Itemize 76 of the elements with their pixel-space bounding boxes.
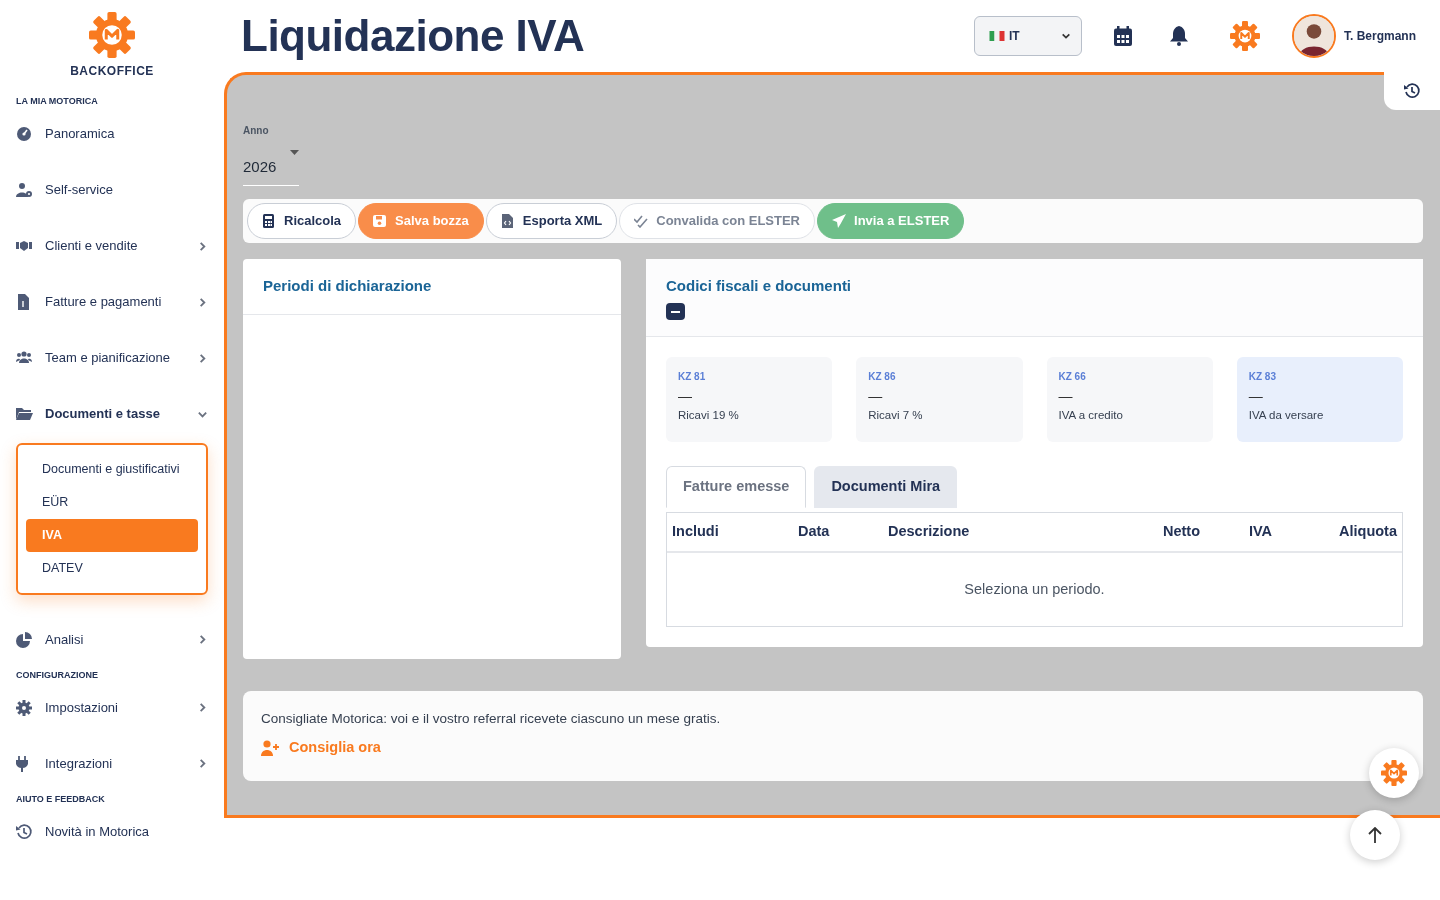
sidebar-item[interactable]: Analisi [16, 611, 208, 668]
avatar[interactable] [1292, 14, 1336, 58]
empty-message: Seleziona un periodo. [964, 580, 1105, 597]
logo-icon [89, 12, 135, 58]
tax-code: KZ 81 [678, 370, 707, 384]
sidebar-item[interactable]: Clienti e vendite [16, 218, 208, 274]
tax-code: KZ 86 [868, 370, 897, 384]
sidebar-item[interactable]: Self-service [16, 162, 208, 218]
arrow-up-icon [1368, 827, 1382, 843]
code-file-icon [500, 213, 515, 228]
sidebar-item[interactable]: Integrazioni [16, 735, 208, 792]
brand-name: BACKOFFICE [70, 63, 154, 80]
sidebar-item[interactable]: Novità in Motorica [16, 803, 208, 860]
sidebar-item[interactable]: Fatture e pagamenti [16, 274, 208, 330]
field-label: Anno [243, 124, 270, 138]
tax-code: KZ 66 [1058, 370, 1087, 384]
tax-code: KZ 83 [1248, 370, 1277, 384]
sidebar-item[interactable]: Team e pianificazione [16, 330, 208, 386]
minus-icon [671, 310, 680, 313]
section-heading: AIUTO E FEEDBACK [16, 793, 106, 804]
referral-text: Consigliate Motorica: voi e il vostro referral ricevete ciascuno un mese gratis. [261, 709, 722, 728]
tile-label: IVA a credito [1058, 407, 1124, 423]
card-title: Codici fiscali e documenti [666, 275, 853, 296]
language-select[interactable]: IT [974, 16, 1082, 56]
logo-icon[interactable] [1230, 21, 1260, 51]
calculator-icon [262, 213, 276, 228]
section-heading: LA MIA MOTORICA [16, 96, 99, 106]
history-button[interactable] [1384, 72, 1440, 110]
sidebar-item[interactable]: Impostazioni [16, 679, 208, 736]
sidebar-item[interactable]: Panoramica [16, 106, 208, 162]
user-gear-icon [16, 182, 33, 198]
assistant-button[interactable] [1369, 748, 1419, 798]
double-check-icon [634, 213, 649, 228]
tab[interactable]: Documenti Mira [814, 466, 958, 508]
pie-chart-icon [16, 631, 33, 648]
folder-icon [16, 406, 33, 422]
sidebar-item[interactable]: Documenti e tasse [16, 386, 208, 442]
tile-label: Ricavi 7 % [868, 407, 924, 423]
add-user-icon [261, 739, 281, 756]
caret-icon [1061, 31, 1071, 41]
calendar-icon[interactable] [1114, 26, 1132, 46]
scroll-top-button[interactable] [1350, 810, 1400, 860]
year-select[interactable]: 2026 [243, 148, 299, 186]
tile-label: IVA da versare [1248, 407, 1325, 423]
caret-icon [290, 150, 299, 156]
section-heading: CONFIGURAZIONE [16, 669, 99, 680]
tile-value: — [1248, 388, 1264, 405]
tile-value: — [678, 388, 693, 405]
tab[interactable]: Fatture emesse [666, 466, 807, 508]
logo-icon [1381, 760, 1407, 786]
paper-plane-icon [832, 213, 846, 228]
submenu-item[interactable]: Documenti e giustificativi [26, 453, 198, 486]
tile-value: — [868, 388, 884, 405]
gauge-icon [16, 126, 33, 142]
notification-bell-icon[interactable] [1170, 26, 1188, 46]
users-icon [16, 350, 33, 366]
page-title: Liquidazione IVA [241, 9, 586, 62]
tile-label: Ricavi 19 % [678, 407, 740, 423]
column-header: Includi [671, 522, 720, 541]
toolbar-button[interactable]: Esporta XML [485, 202, 618, 239]
column-header: Data [797, 522, 831, 541]
history-icon [16, 823, 33, 840]
toolbar-button[interactable]: Ricalcola [247, 202, 357, 239]
flag-icon [989, 31, 1005, 41]
column-header: Netto [1162, 522, 1202, 541]
settings-icon [16, 699, 33, 716]
column-header: Descrizione [887, 522, 971, 541]
user-name[interactable]: T. Bergmann [1344, 27, 1416, 45]
history-icon [1403, 83, 1421, 99]
card-title: Periodi di dichiarazione [263, 275, 433, 296]
submenu-item[interactable]: DATEV [26, 551, 198, 585]
submenu-item[interactable]: EÜR [26, 485, 198, 519]
column-header: Aliquota [1338, 522, 1398, 541]
column-header: IVA [1248, 522, 1274, 541]
tile-value: — [1058, 388, 1074, 405]
collapse-button[interactable] [666, 303, 685, 320]
